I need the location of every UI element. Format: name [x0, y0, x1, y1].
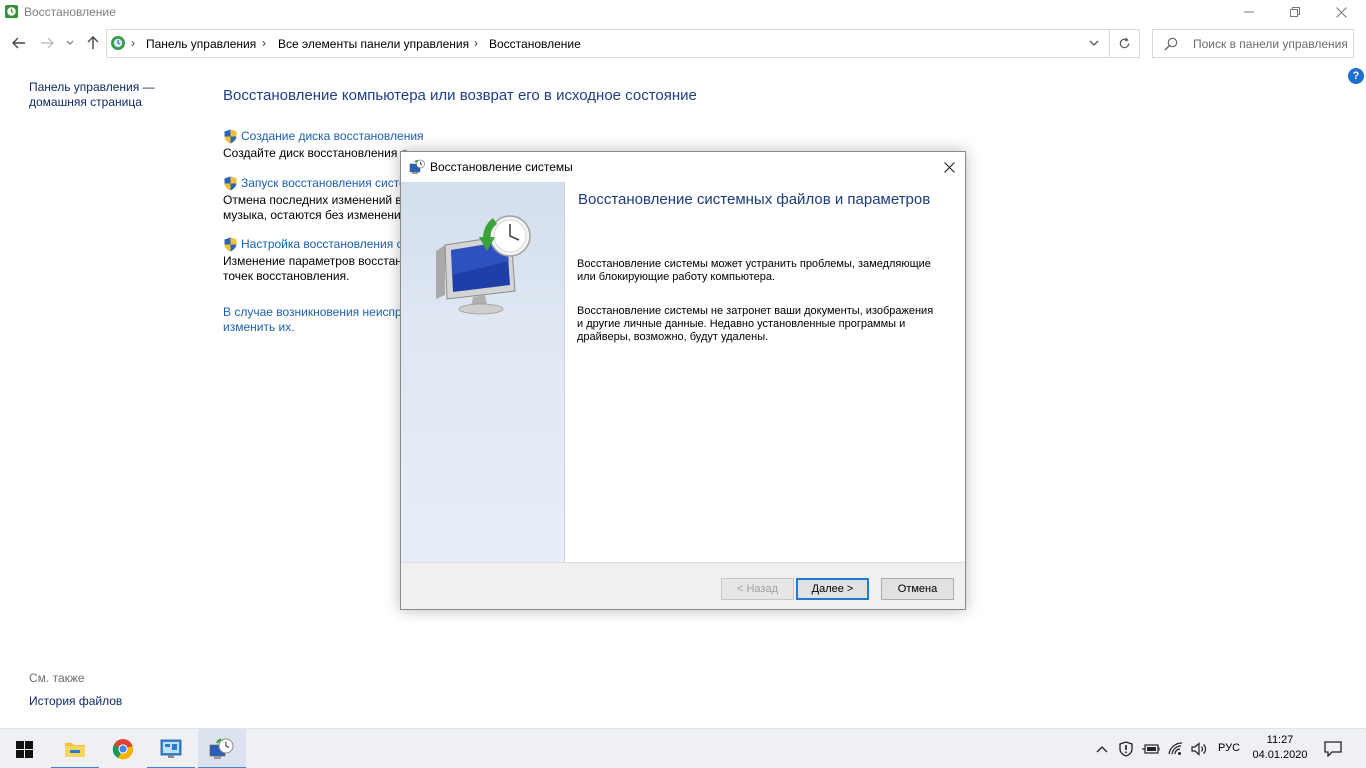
taskbar: РУС 11:27 04.01.2020 [0, 728, 1366, 768]
taskbar-system-restore[interactable] [198, 729, 246, 768]
troubleshoot-link-line-2: изменить их. [223, 320, 295, 334]
dialog-close-button[interactable] [937, 156, 961, 178]
open-system-restore-desc: Отмена последних изменений в [223, 193, 402, 207]
input-language-indicator[interactable]: РУС [1218, 742, 1240, 754]
dialog-heading: Восстановление системных файлов и параме… [578, 191, 931, 208]
up-button[interactable] [84, 34, 102, 52]
control-panel-icon [160, 739, 182, 758]
breadcrumb-separator-icon: › [474, 36, 478, 50]
arrow-right-icon [41, 37, 54, 49]
back-button[interactable]: < Назад [721, 578, 794, 600]
create-recovery-drive-desc: Создайте диск восстановления д [223, 146, 408, 160]
chevron-up-icon [1096, 746, 1108, 753]
refresh-icon [1119, 37, 1130, 49]
clock-date: 04.01.2020 [1252, 749, 1308, 761]
maximize-button[interactable] [1272, 0, 1318, 24]
breadcrumb-separator-icon: › [131, 36, 135, 50]
search-input[interactable]: Поиск в панели управления [1152, 29, 1354, 58]
search-icon [1164, 37, 1178, 51]
minimize-button[interactable] [1226, 0, 1272, 24]
window-titlebar: Восстановление [0, 0, 1366, 24]
dialog-title: Восстановление системы [430, 160, 573, 174]
action-center-button[interactable] [1320, 729, 1346, 768]
control-panel-home-link[interactable]: Панель управления — домашняя страница [29, 80, 169, 110]
notification-icon [1324, 741, 1342, 757]
search-placeholder: Поиск в панели управления [1193, 37, 1348, 51]
address-dropdown-icon[interactable] [1087, 36, 1101, 50]
help-button[interactable]: ? [1348, 68, 1364, 84]
configure-system-restore-desc: Изменение параметров восстан [223, 254, 402, 268]
troubleshoot-link-line-1: В случае возникновения неиспр [223, 305, 402, 319]
system-restore-icon [409, 159, 425, 174]
recent-locations-button[interactable] [63, 34, 77, 52]
volume-tray-icon[interactable] [1189, 729, 1209, 768]
taskbar-chrome[interactable] [99, 729, 147, 768]
see-also-label: См. также [29, 671, 85, 685]
system-restore-illustration-icon [436, 215, 531, 315]
close-window-button[interactable] [1318, 0, 1364, 24]
chrome-icon [112, 739, 134, 760]
recovery-app-icon [4, 4, 19, 19]
wifi-icon [1168, 742, 1183, 755]
chevron-down-icon [66, 40, 74, 45]
taskbar-control-panel[interactable] [147, 729, 195, 768]
cancel-button[interactable]: Отмена [881, 578, 954, 600]
file-history-link[interactable]: История файлов [29, 694, 122, 708]
restore-icon [1290, 7, 1300, 17]
dialog-side-panel [401, 182, 565, 562]
defender-tray-icon[interactable] [1116, 729, 1136, 768]
uac-shield-icon [224, 176, 237, 191]
configure-system-restore-desc-2: точек восстановления. [223, 269, 350, 283]
page-title: Восстановление компьютера или возврат ег… [223, 87, 697, 104]
create-recovery-drive-link[interactable]: Создание диска восстановления [241, 129, 424, 143]
breadcrumb-separator-icon: › [262, 36, 266, 50]
open-system-restore-link[interactable]: Запуск восстановления систе [241, 176, 406, 190]
open-system-restore-desc-2: музыка, остаются без изменени [223, 208, 401, 222]
dialog-paragraph-2: Восстановление системы не затронет ваши … [577, 305, 934, 343]
arrow-up-icon [87, 36, 99, 49]
back-button[interactable] [10, 34, 28, 52]
forward-button[interactable] [38, 34, 56, 52]
taskbar-file-explorer[interactable] [51, 729, 99, 768]
windows-logo-icon [15, 740, 33, 758]
folder-icon [65, 743, 85, 757]
clock-time: 11:27 [1266, 734, 1294, 746]
battery-plug-icon [1142, 744, 1160, 754]
shield-warning-icon [1119, 741, 1133, 757]
show-hidden-icons-button[interactable] [1092, 729, 1112, 768]
next-button[interactable]: Далее > [796, 578, 869, 600]
breadcrumb-all-items[interactable]: Все элементы панели управления [278, 37, 469, 51]
dialog-footer: < Назад Далее > Отмена [401, 562, 965, 609]
refresh-button[interactable] [1110, 29, 1140, 58]
uac-shield-icon [224, 129, 237, 144]
breadcrumb-recovery[interactable]: Восстановление [489, 37, 581, 51]
close-icon [943, 161, 955, 173]
breadcrumb-control-panel[interactable]: Панель управления [146, 37, 256, 51]
minimize-icon [1244, 11, 1254, 13]
dialog-titlebar: Восстановление системы [401, 152, 965, 182]
control-panel-icon [111, 36, 125, 50]
address-bar[interactable]: › Панель управления › Все элементы панел… [106, 29, 1110, 58]
troubleshoot-link[interactable]: В случае возникновения неиспр изменить и… [223, 305, 402, 335]
clock[interactable]: 11:27 04.01.2020 [1248, 733, 1312, 763]
close-icon [1335, 6, 1347, 18]
uac-shield-icon [224, 237, 237, 252]
start-button[interactable] [0, 729, 48, 768]
speaker-icon [1191, 742, 1207, 756]
configure-system-restore-link[interactable]: Настройка восстановления с [241, 237, 403, 251]
dialog-paragraph-1: Восстановление системы может устранить п… [577, 258, 931, 283]
question-mark-icon: ? [1352, 70, 1360, 82]
battery-tray-icon[interactable] [1140, 729, 1162, 768]
system-restore-icon [209, 738, 234, 759]
system-restore-dialog: Восстановление системы Восстановление си… [400, 151, 966, 610]
window-title: Восстановление [24, 5, 116, 19]
arrow-left-icon [12, 37, 25, 49]
network-tray-icon[interactable] [1166, 729, 1186, 768]
